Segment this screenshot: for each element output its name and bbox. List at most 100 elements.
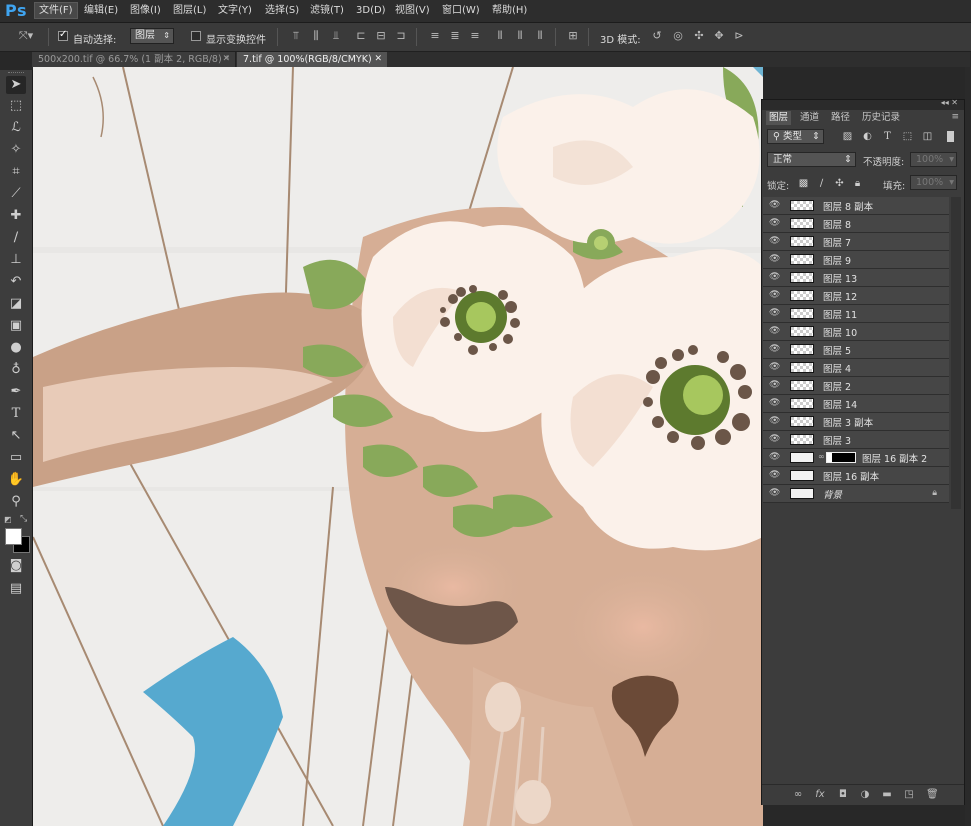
- document-canvas[interactable]: [33, 67, 763, 826]
- path-select-icon[interactable]: ↖: [6, 427, 26, 445]
- eye-icon[interactable]: 👁︎: [769, 344, 780, 354]
- tab-layers[interactable]: 图层: [766, 111, 792, 125]
- foreground-color-swatch[interactable]: [5, 528, 22, 545]
- opacity-field[interactable]: 100% ▾: [910, 152, 957, 167]
- eye-icon[interactable]: 👁︎: [769, 398, 780, 408]
- distribute-left-icon[interactable]: ⦀: [493, 29, 507, 43]
- align-right-icon[interactable]: ⊐: [394, 29, 408, 43]
- mask-icon[interactable]: ◘: [837, 789, 849, 801]
- auto-select-checkbox[interactable]: [58, 29, 68, 41]
- eye-icon[interactable]: 👁︎: [769, 254, 780, 264]
- layer-row[interactable]: 👁︎ 图层 2: [763, 377, 949, 395]
- quick-mask-icon[interactable]: ◙: [6, 557, 26, 575]
- filter-type-icon[interactable]: T: [882, 131, 893, 142]
- blur-icon[interactable]: ●: [6, 339, 26, 357]
- chain-link-icon[interactable]: ∞: [818, 452, 825, 461]
- dodge-icon[interactable]: ♁: [6, 361, 26, 379]
- doc-tab-500x200[interactable]: 500x200.tif @ 66.7% (1 副本 2, RGB/8) * ✕: [32, 52, 236, 67]
- layer-mask-thumbnail[interactable]: [826, 452, 856, 463]
- menu-3d[interactable]: 3D(D): [352, 3, 390, 18]
- layer-row[interactable]: 👁︎ 图层 10: [763, 323, 949, 341]
- tab-paths[interactable]: 路径: [828, 111, 853, 125]
- move-tool-preset-icon[interactable]: ⤧▾: [16, 29, 36, 43]
- lock-all-icon[interactable]: 🔒︎: [852, 178, 863, 189]
- 3d-roll-icon[interactable]: ◎: [671, 29, 685, 43]
- lasso-icon[interactable]: ℒ: [6, 119, 26, 137]
- eye-icon[interactable]: 👁︎: [769, 452, 780, 462]
- brush-icon[interactable]: ∕: [6, 229, 26, 247]
- align-hcenter-icon[interactable]: ⊟: [374, 29, 388, 43]
- 3d-scale-icon[interactable]: ⊳: [732, 29, 746, 43]
- layers-scrollbar[interactable]: [951, 197, 961, 509]
- hand-icon[interactable]: ✋: [6, 471, 26, 489]
- menu-select[interactable]: 选择(S): [261, 3, 303, 18]
- new-layer-icon[interactable]: ◳: [903, 789, 915, 801]
- filter-shape-icon[interactable]: ⬚: [902, 131, 913, 142]
- eye-icon[interactable]: 👁︎: [769, 416, 780, 426]
- layer-row[interactable]: 👁︎ 图层 12: [763, 287, 949, 305]
- show-transform-checkbox[interactable]: [191, 31, 201, 41]
- filter-adjustment-icon[interactable]: ◐: [862, 131, 873, 142]
- eyedropper-icon[interactable]: ⟋: [6, 185, 26, 203]
- align-bottom-icon[interactable]: ⫫: [329, 29, 343, 43]
- type-icon[interactable]: T: [6, 405, 26, 423]
- align-top-icon[interactable]: ⫪: [289, 29, 303, 43]
- trash-icon[interactable]: 🗑︎: [926, 789, 939, 801]
- tab-channels[interactable]: 通道: [797, 111, 822, 125]
- menu-help[interactable]: 帮助(H): [488, 3, 531, 18]
- eye-icon[interactable]: 👁︎: [769, 380, 780, 390]
- menu-window[interactable]: 窗口(W): [438, 3, 484, 18]
- eye-icon[interactable]: 👁︎: [769, 272, 780, 282]
- layer-row[interactable]: 👁︎ 图层 5: [763, 341, 949, 359]
- swap-colors-icon[interactable]: ⤡: [20, 514, 27, 524]
- layer-row[interactable]: 👁︎ 图层 7: [763, 233, 949, 251]
- eye-icon[interactable]: 👁︎: [769, 200, 780, 210]
- layer-row[interactable]: 👁︎ 图层 3 副本: [763, 413, 949, 431]
- eraser-icon[interactable]: ◪: [6, 295, 26, 313]
- layer-row[interactable]: 👁︎ 背景 🔒︎: [763, 485, 949, 503]
- 3d-rotate-icon[interactable]: ↺: [650, 29, 664, 43]
- layer-row[interactable]: 👁︎ 图层 14: [763, 395, 949, 413]
- eye-icon[interactable]: 👁︎: [769, 362, 780, 372]
- close-icon[interactable]: ✕: [374, 52, 382, 67]
- history-brush-icon[interactable]: ↶: [6, 273, 26, 291]
- fill-field[interactable]: 100% ▾: [910, 175, 957, 190]
- menu-type[interactable]: 文字(Y): [214, 3, 256, 18]
- auto-align-icon[interactable]: ⊞: [566, 29, 580, 43]
- eye-icon[interactable]: 👁︎: [769, 290, 780, 300]
- layer-row[interactable]: 👁︎ 图层 16 副本: [763, 467, 949, 485]
- rectangle-icon[interactable]: ▭: [6, 449, 26, 467]
- eye-icon[interactable]: 👁︎: [769, 236, 780, 246]
- align-left-icon[interactable]: ⊏: [354, 29, 368, 43]
- default-colors-icon[interactable]: ◩: [4, 515, 12, 524]
- doc-tab-7tif[interactable]: 7.tif @ 100%(RGB/8/CMYK) ✕: [237, 52, 387, 67]
- collapse-icon[interactable]: ◂◂ ✕: [941, 98, 958, 107]
- panel-header[interactable]: ◂◂ ✕: [762, 98, 964, 110]
- eye-icon[interactable]: 👁︎: [769, 434, 780, 444]
- menu-edit[interactable]: 编辑(E): [80, 3, 122, 18]
- layer-row[interactable]: 👁︎ ∞ 图层 16 副本 2: [763, 449, 949, 467]
- menu-view[interactable]: 视图(V): [391, 3, 434, 18]
- lock-pixels-icon[interactable]: ∕: [816, 178, 827, 189]
- filter-smart-icon[interactable]: ◫: [922, 131, 933, 142]
- align-vcenter-icon[interactable]: ⫼: [309, 29, 323, 43]
- move-icon[interactable]: ➤: [6, 76, 26, 94]
- distribute-vcenter-icon[interactable]: ≣: [448, 29, 462, 43]
- layer-row[interactable]: 👁︎ 图层 9: [763, 251, 949, 269]
- link-icon[interactable]: ∞: [792, 789, 804, 801]
- eye-icon[interactable]: 👁︎: [769, 308, 780, 318]
- pen-icon[interactable]: ✒: [6, 383, 26, 401]
- layer-filter-dropdown[interactable]: ⚲ 类型 ⇕: [767, 129, 824, 144]
- stamp-icon[interactable]: ⊥: [6, 251, 26, 269]
- marquee-icon[interactable]: ⬚: [6, 97, 26, 115]
- eye-icon[interactable]: 👁︎: [769, 218, 780, 228]
- crop-icon[interactable]: ⌗: [6, 163, 26, 181]
- eye-icon[interactable]: 👁︎: [769, 488, 780, 498]
- close-icon[interactable]: ✕: [222, 52, 230, 67]
- filter-pixel-icon[interactable]: ▨: [842, 131, 853, 142]
- filter-toggle-icon[interactable]: [947, 131, 954, 142]
- auto-select-dropdown[interactable]: 图层 ⇕: [130, 28, 174, 44]
- eye-icon[interactable]: 👁︎: [769, 470, 780, 480]
- layer-row[interactable]: 👁︎ 图层 3: [763, 431, 949, 449]
- 3d-slide-icon[interactable]: ✥: [712, 29, 726, 43]
